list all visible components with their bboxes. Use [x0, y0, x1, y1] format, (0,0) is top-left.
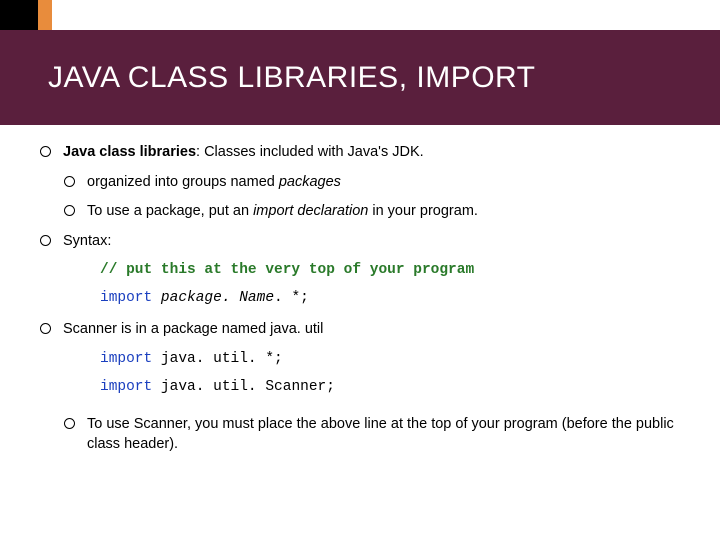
- top-accent-bar: [0, 0, 720, 30]
- bullet-1: Java class libraries: Classes included w…: [40, 143, 680, 163]
- bullet-icon: [40, 323, 51, 334]
- bullet-1-text: Java class libraries: Classes included w…: [63, 143, 680, 163]
- code-util1-rest: java. util. *;: [161, 351, 283, 367]
- bullet-3a: To use Scanner, you must place the above…: [64, 415, 680, 454]
- code-comment-text: // put this at the very top of your prog…: [100, 262, 474, 278]
- code-import-syntax: import package. Name. *;: [100, 289, 680, 309]
- bullet-1b-pre: To use a package, put an: [87, 203, 253, 219]
- bullet-3-text: Scanner is in a package named java. util: [63, 320, 680, 340]
- page-title: JAVA CLASS LIBRARIES, IMPORT: [48, 61, 535, 95]
- code-util2-end: ;: [326, 379, 335, 395]
- bullet-3: Scanner is in a package named java. util: [40, 320, 680, 340]
- code-comment: // put this at the very top of your prog…: [100, 261, 680, 281]
- bullet-icon: [64, 176, 75, 187]
- bullet-1-bold: Java class libraries: [63, 144, 196, 160]
- code-util2-pkg: java. util.: [161, 379, 265, 395]
- slide-content: Java class libraries: Classes included w…: [0, 125, 720, 474]
- code-star: . *;: [274, 290, 309, 306]
- bullet-3a-text: To use Scanner, you must place the above…: [87, 415, 680, 454]
- bullet-1b-post: in your program.: [368, 203, 478, 219]
- code-util2-cls: Scanner: [265, 379, 326, 395]
- bullet-2: Syntax:: [40, 232, 680, 252]
- title-banner: JAVA CLASS LIBRARIES, IMPORT: [0, 30, 720, 125]
- bullet-icon: [64, 418, 75, 429]
- bullet-1b-text: To use a package, put an import declarat…: [87, 202, 680, 222]
- top-bar-orange: [38, 0, 52, 30]
- bullet-1a-text: organized into groups named packages: [87, 173, 680, 193]
- bullet-icon: [64, 205, 75, 216]
- code-kw-import: import: [100, 351, 161, 367]
- bullet-1a: organized into groups named packages: [64, 173, 680, 193]
- bullet-1a-italic: packages: [279, 174, 341, 190]
- bullet-1-rest: : Classes included with Java's JDK.: [196, 144, 424, 160]
- code-pkg: package. Name: [161, 290, 274, 306]
- bullet-1b-italic: import declaration: [253, 203, 368, 219]
- bullet-icon: [40, 146, 51, 157]
- code-kw-import: import: [100, 379, 161, 395]
- code-import-util-scanner: import java. util. Scanner;: [100, 378, 680, 398]
- bullet-1b: To use a package, put an import declarat…: [64, 202, 680, 222]
- code-import-util-star: import java. util. *;: [100, 350, 680, 370]
- bullet-2-text: Syntax:: [63, 232, 680, 252]
- bullet-1a-pre: organized into groups named: [87, 174, 279, 190]
- code-kw-import: import: [100, 290, 161, 306]
- bullet-icon: [40, 235, 51, 246]
- top-bar-black: [0, 0, 38, 30]
